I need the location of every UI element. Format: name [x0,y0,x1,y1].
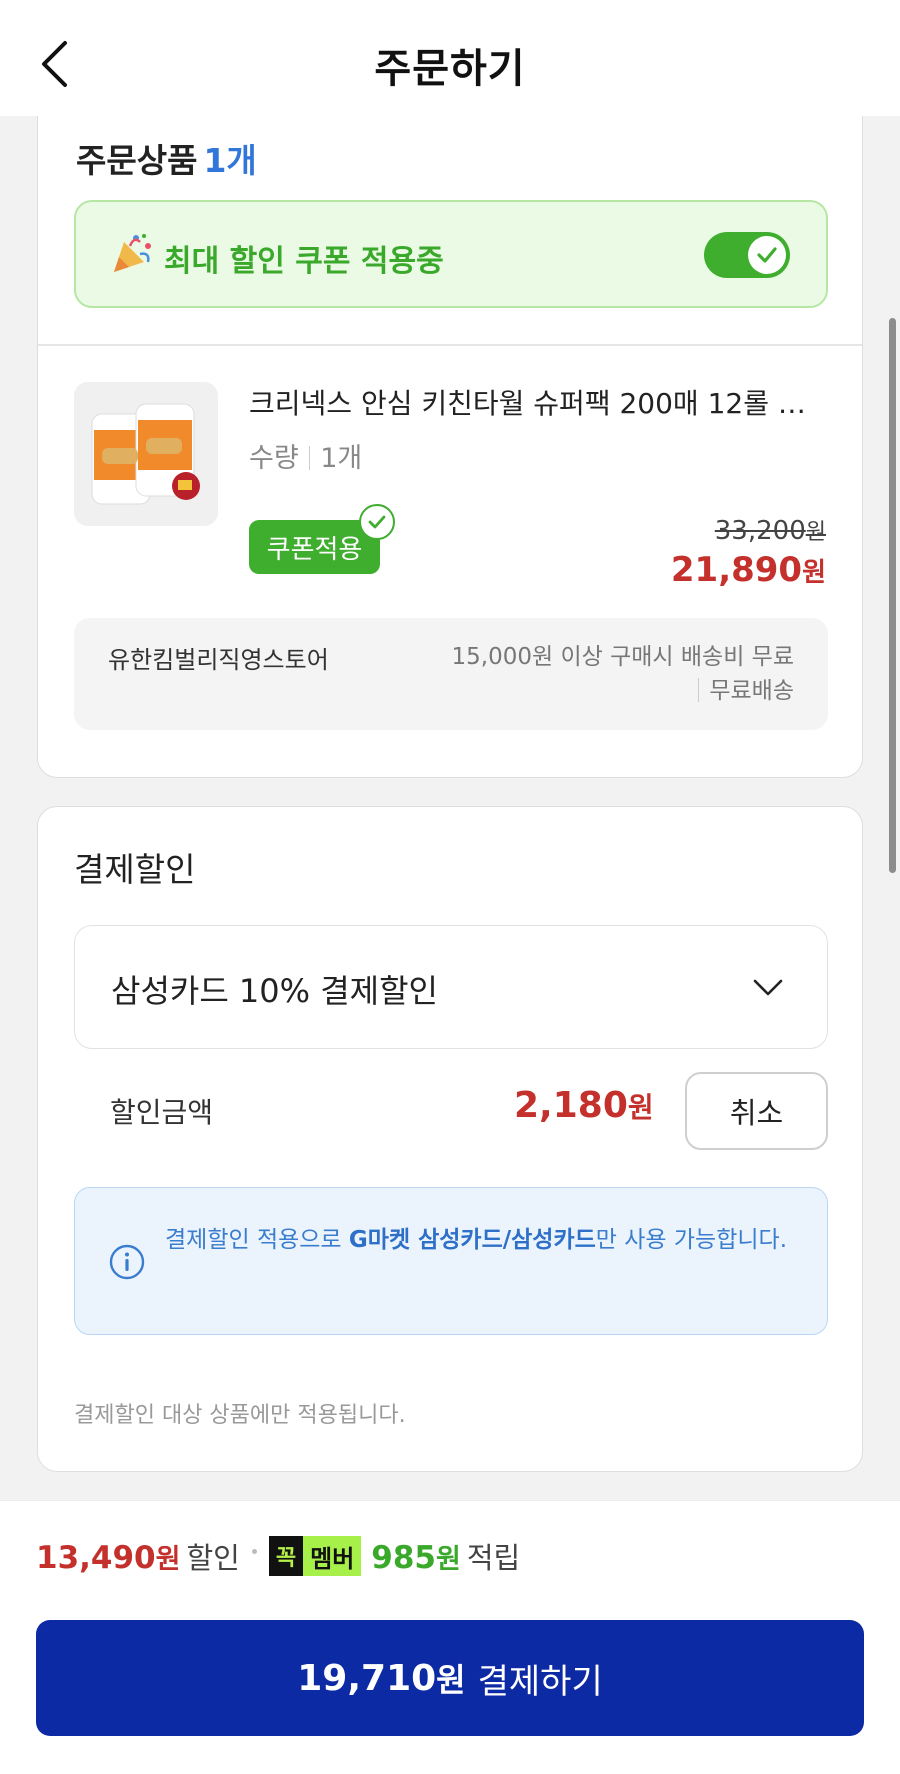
discount-word: 할인 [186,1541,240,1575]
coupon-banner: 최대 할인 쿠폰 적용중 [74,200,828,308]
check-circle-icon [359,504,395,540]
order-items-count: 1개 [203,141,257,180]
cancel-discount-button[interactable]: 취소 [685,1072,828,1150]
max-coupon-toggle[interactable] [704,232,790,278]
original-price-won: 원 [805,520,826,545]
separator [697,678,700,702]
bottom-checkout-bar: 13,490원 할인 꼭 멤버 985원 적립 19,710 원 결제하기 [0,1500,900,1774]
discount-amount-label: 할인금액 [110,1096,214,1129]
shipping-fee-row: 무료배송 [452,674,794,708]
order-items-card: 주문상품 1개 최대 할인 쿠폰 적용중 크리넥스 안심 키친타월 슈퍼팩 20… [37,90,863,778]
sale-price-won: 원 [802,558,826,588]
pay-amount: 19,710 [297,1657,437,1699]
shipping-fee: 무료배송 [709,678,794,704]
separator-dot [251,1548,257,1554]
original-price: 33,200원 [715,514,826,546]
points-word: 적립 [466,1541,521,1575]
sale-price-value: 21,890 [670,550,803,590]
discount-amount-value: 2,180 [514,1085,628,1126]
original-price-value: 33,200 [714,516,806,546]
total-discount: 13,490원 [36,1537,180,1576]
product-name[interactable]: 크리넥스 안심 키친타월 슈퍼팩 200매 12롤 … [249,382,829,422]
card-discount-select[interactable]: 삼성카드 10% 결제할인 [74,925,828,1049]
check-icon [757,247,777,263]
party-popper-icon [114,234,151,272]
chevron-down-icon [753,979,783,996]
shipping-condition: 15,000원 이상 구매시 배송비 무료 [451,644,794,670]
pay-button[interactable]: 19,710 원 결제하기 [36,1620,864,1736]
info-prefix: 결제할인 적용으로 [165,1227,349,1253]
payment-discount-card: 결제할인 삼성카드 10% 결제할인 할인금액 2,180원 취소 결제할인 적… [37,806,863,1472]
info-bold-cards: G마켓 삼성카드/삼성카드 [348,1227,596,1253]
payment-discount-footnote: 결제할인 대상 상품에만 적용됩니다. [74,1403,406,1428]
quantity-value: 1개 [320,443,363,474]
reward-points: 985원 [371,1537,461,1576]
product-thumbnail[interactable] [74,382,218,526]
info-notice-box: 결제할인 적용으로 G마켓 삼성카드/삼성카드만 사용 가능합니다. [74,1187,828,1335]
separator [308,446,311,470]
benefit-summary: 13,490원 할인 꼭 멤버 985원 적립 [36,1535,520,1577]
member-badge-k: 꼭 [268,1536,304,1576]
sale-price: 21,890원 [671,550,826,590]
payment-discount-title: 결제할인 [74,850,196,889]
pay-label: 결제하기 [477,1661,603,1702]
kitchen-towel-product-image [74,382,218,526]
order-items-title-text: 주문상품 [76,141,198,180]
store-shipping-box: 유한킴벌리직영스토어 15,000원 이상 구매시 배송비 무료 무료배송 [74,618,828,730]
total-discount-value: 13,490 [36,1539,156,1576]
member-badge-text: 멤버 [303,1536,362,1576]
reward-points-won: 원 [436,1543,461,1575]
reward-points-value: 985 [371,1539,436,1576]
toggle-knob [748,236,786,274]
divider [38,344,862,346]
quantity-label: 수량 [249,443,299,474]
pay-amount-won: 원 [436,1661,466,1699]
coupon-banner-text: 최대 할인 쿠폰 적용중 [164,244,444,279]
discount-amount: 2,180원 [514,1085,654,1126]
info-icon [109,1244,145,1280]
page-title: 주문하기 [374,46,526,92]
header-bar: 주문하기 [0,0,900,116]
total-discount-won: 원 [155,1543,181,1575]
info-notice-text: 결제할인 적용으로 G마켓 삼성카드/삼성카드만 사용 가능합니다. [165,1222,795,1258]
quantity-row: 수량 1개 [249,436,362,475]
store-name: 유한킴벌리직영스토어 [108,646,329,674]
member-badge: 꼭 멤버 [268,1536,362,1576]
discount-amount-won: 원 [627,1091,654,1124]
shipping-info: 15,000원 이상 구매시 배송비 무료 무료배송 [452,640,794,708]
selected-card-discount: 삼성카드 10% 결제할인 [111,972,438,1010]
order-items-title: 주문상품 1개 [76,134,257,182]
scrollbar[interactable] [889,318,896,873]
info-suffix: 만 사용 가능합니다. [595,1227,788,1253]
